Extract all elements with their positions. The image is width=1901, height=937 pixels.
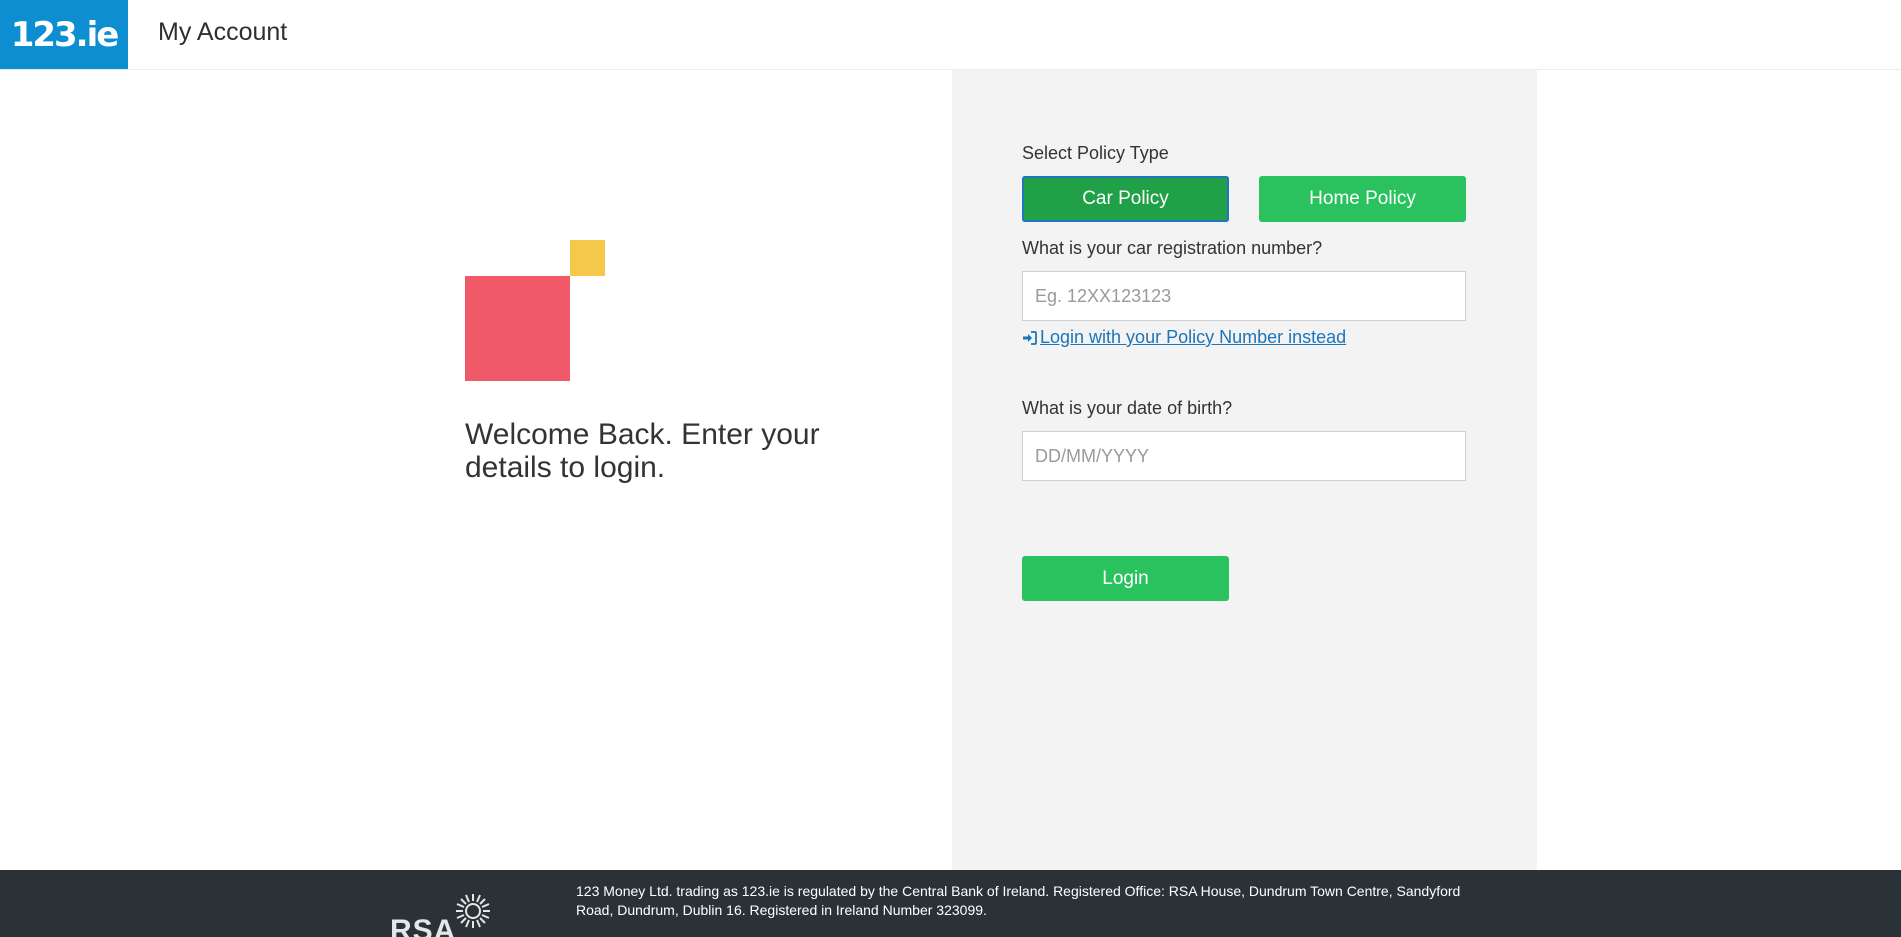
sign-in-icon bbox=[1023, 330, 1037, 345]
page-title: My Account bbox=[158, 18, 288, 46]
home-policy-button[interactable]: Home Policy bbox=[1259, 176, 1466, 222]
policy-number-link-label: Login with your Policy Number instead bbox=[1040, 327, 1347, 347]
rsa-logo: RSA bbox=[390, 892, 496, 937]
policy-number-login-link[interactable]: Login with your Policy Number instead bbox=[1022, 327, 1346, 348]
brand-mark-yellow-square bbox=[570, 240, 605, 276]
brand-mark bbox=[465, 240, 605, 381]
login-button[interactable]: Login bbox=[1022, 556, 1229, 601]
footer-legal-text: 123 Money Ltd. trading as 123.ie is regu… bbox=[576, 883, 1461, 918]
rsa-logo-text: RSA bbox=[390, 914, 457, 937]
header: 123.ie My Account bbox=[0, 0, 1901, 70]
car-policy-button[interactable]: Car Policy bbox=[1022, 176, 1229, 222]
sunburst-icon bbox=[456, 894, 490, 928]
welcome-message: Welcome Back. Enter your details to logi… bbox=[465, 418, 820, 484]
dob-input[interactable] bbox=[1022, 431, 1466, 481]
dob-label: What is your date of birth? bbox=[1022, 398, 1233, 418]
brand-logo[interactable]: 123.ie bbox=[0, 0, 128, 69]
registration-label: What is your car registration number? bbox=[1022, 238, 1323, 258]
footer: RSA 123 Money Ltd. trading as 123.ie is … bbox=[0, 870, 1901, 937]
policy-type-label: Select Policy Type bbox=[1022, 143, 1169, 163]
brand-mark-red-square bbox=[465, 276, 570, 381]
login-panel: Select Policy Type Car Policy Home Polic… bbox=[952, 70, 1537, 870]
registration-input[interactable] bbox=[1022, 271, 1466, 321]
brand-logo-text: 123.ie bbox=[10, 14, 120, 55]
